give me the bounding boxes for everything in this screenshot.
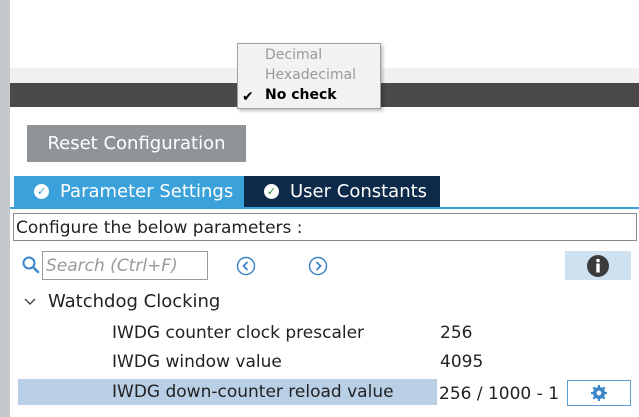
tab-user-constants[interactable]: ✓ User Constants (244, 176, 440, 207)
info-button[interactable] (565, 251, 631, 280)
check-circle-icon: ✓ (264, 184, 279, 199)
menu-item-hexadecimal[interactable]: Hexadecimal (265, 66, 356, 84)
param-value-reload[interactable]: 256 / 1000 - 1 (439, 381, 559, 407)
info-icon (587, 255, 609, 277)
tab-parameter-settings[interactable]: ✓ Parameter Settings (14, 176, 244, 207)
gear-icon (591, 385, 607, 401)
menu-item-no-check[interactable]: No check (265, 86, 337, 104)
param-row-reload-value[interactable]: IWDG down-counter reload value (18, 379, 437, 405)
search-input[interactable] (42, 251, 208, 280)
param-row-window-value[interactable]: IWDG window value (18, 349, 437, 375)
param-row-prescaler[interactable]: IWDG counter clock prescaler (18, 320, 437, 346)
search-icon[interactable] (21, 255, 41, 275)
menu-item-decimal[interactable]: Decimal (265, 46, 322, 64)
param-settings-button[interactable] (567, 380, 631, 406)
reset-configuration-button[interactable]: Reset Configuration (27, 125, 246, 162)
param-value-prescaler[interactable]: 256 (440, 320, 472, 346)
previous-result-icon[interactable] (236, 256, 256, 276)
next-result-icon[interactable] (308, 256, 328, 276)
group-label: Watchdog Clocking (48, 291, 221, 312)
param-name: IWDG down-counter reload value (112, 382, 394, 402)
param-name: IWDG counter clock prescaler (112, 323, 365, 343)
param-value-window[interactable]: 4095 (440, 349, 483, 375)
param-name: IWDG window value (112, 352, 282, 372)
format-dropdown-menu: Decimal Hexadecimal ✔ No check (237, 43, 381, 109)
config-description: Configure the below parameters : (13, 213, 637, 241)
checkmark-icon: ✔ (242, 89, 254, 105)
chevron-down-icon[interactable] (24, 297, 36, 307)
tab-label: Parameter Settings (60, 181, 234, 202)
left-edge-panel (0, 0, 10, 417)
tab-underline (10, 207, 639, 209)
tab-label: User Constants (290, 181, 428, 202)
check-circle-icon: ✓ (34, 184, 49, 199)
